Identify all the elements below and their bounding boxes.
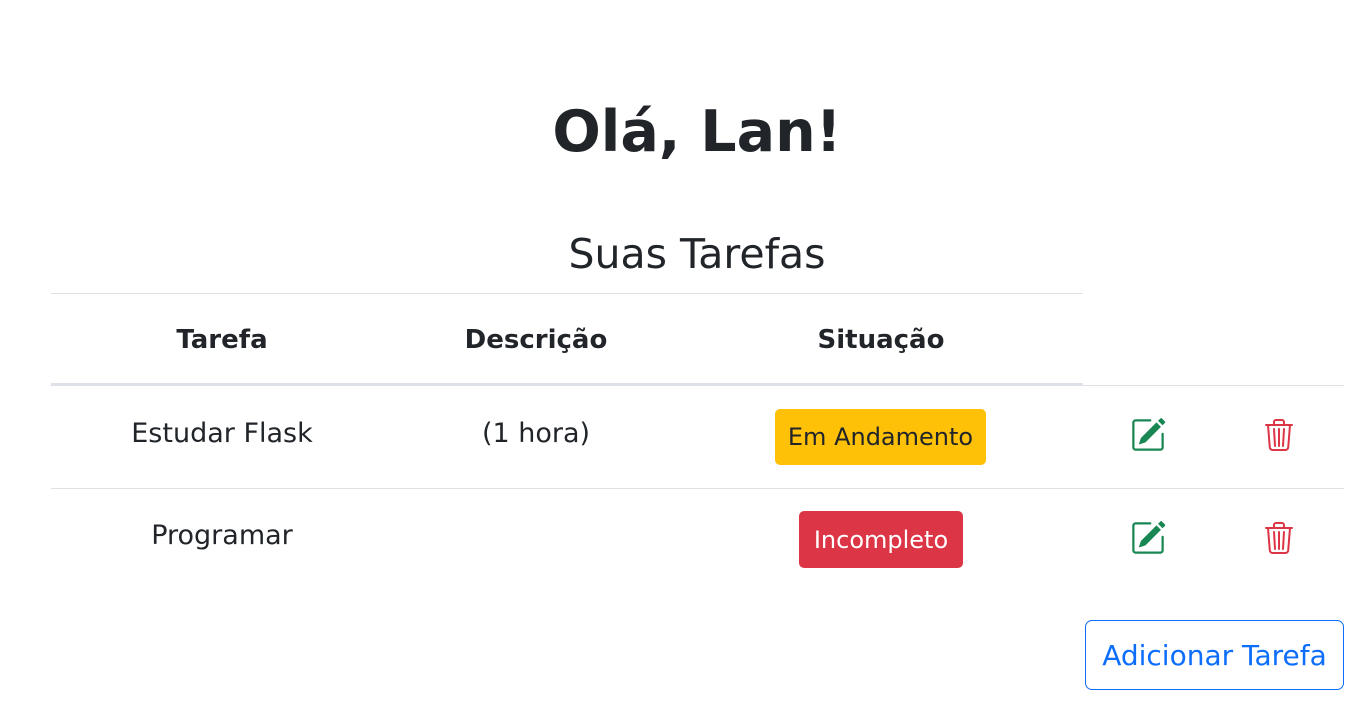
table-top-border (51, 293, 1083, 294)
task-description: (1 hora) (481, 417, 591, 449)
delete-task-button[interactable] (1257, 516, 1301, 560)
table-header-divider (51, 383, 1083, 386)
delete-task-button[interactable] (1257, 413, 1301, 457)
column-header-tarefa: Tarefa (176, 325, 268, 355)
trash-icon (1265, 419, 1293, 451)
column-header-descricao: Descrição (464, 325, 608, 355)
row-divider (51, 488, 1344, 489)
task-description (393, 515, 679, 555)
trash-icon (1265, 522, 1293, 554)
task-name: Estudar Flask (131, 417, 313, 449)
status-badge: Incompleto (799, 511, 963, 568)
table-actions-divider (1083, 385, 1344, 386)
greeting-heading: Olá, Lan! (552, 99, 842, 165)
task-name: Programar (151, 519, 293, 551)
add-task-button[interactable]: Adicionar Tarefa (1085, 620, 1344, 690)
column-header-situacao: Situação (817, 325, 945, 355)
tasks-subtitle: Suas Tarefas (568, 230, 826, 278)
pencil-square-icon (1132, 521, 1166, 554)
edit-task-button[interactable] (1126, 516, 1170, 560)
page: Olá, Lan! Suas Tarefas Tarefa Descrição … (0, 0, 1366, 715)
edit-task-button[interactable] (1126, 413, 1170, 457)
status-badge: Em Andamento (775, 409, 986, 465)
pencil-square-icon (1132, 418, 1166, 451)
